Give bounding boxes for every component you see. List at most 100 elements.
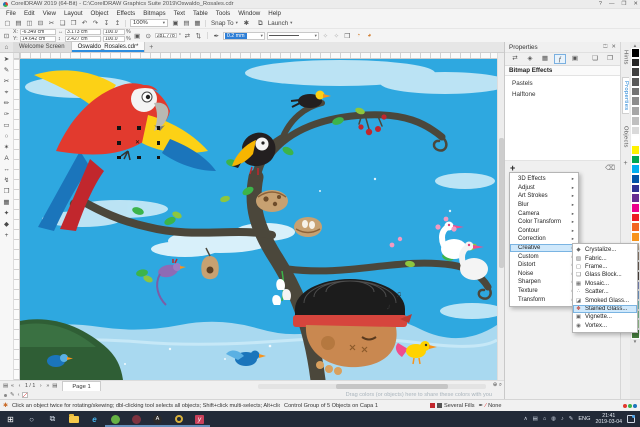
menu-item-creative[interactable]: Creative▸ — [510, 244, 578, 253]
ellipse-tool[interactable]: ○ — [0, 131, 13, 142]
undo-icon[interactable]: ↶ — [79, 19, 90, 28]
effect-halftone[interactable]: Halftone — [505, 89, 620, 100]
color-swatch[interactable] — [631, 213, 640, 223]
save-icon[interactable]: ◫ — [24, 19, 35, 28]
menu-item-vignette[interactable]: ▣Vignette... — [573, 313, 637, 321]
bitmap-properties-icon[interactable]: ▣ — [569, 54, 581, 64]
menu-edit[interactable]: Edit — [20, 9, 39, 18]
menu-item-sharpen[interactable]: Sharpen▸ — [510, 278, 578, 287]
export-icon[interactable]: ↥ — [112, 19, 123, 28]
menu-item-noise[interactable]: Noise▸ — [510, 270, 578, 279]
corel-connect-app[interactable] — [105, 411, 126, 427]
scale-x-field[interactable]: 100.0 — [103, 29, 125, 35]
menu-table[interactable]: Table — [189, 9, 212, 18]
symmetry-icon[interactable]: ◕ — [365, 32, 374, 39]
zoom-tool[interactable]: ⌖ — [0, 87, 13, 98]
effects-shortcut-icon[interactable]: ◔ — [354, 32, 363, 39]
menu-object[interactable]: Object — [87, 9, 113, 18]
color-swatch[interactable] — [631, 135, 640, 145]
menu-item-frame[interactable]: ▢Frame... — [573, 263, 637, 271]
color-swatch[interactable] — [631, 193, 640, 203]
new-tab-button[interactable]: + — [145, 42, 157, 52]
color-swatch[interactable] — [631, 48, 640, 58]
more-tools[interactable]: + — [0, 230, 13, 241]
copy-icon[interactable]: ❏ — [57, 19, 68, 28]
menu-bitmaps[interactable]: Bitmaps — [139, 9, 169, 18]
crop-tool[interactable]: ✂ — [0, 76, 13, 87]
taskbar-clock[interactable]: 21:412019-03-04 — [595, 413, 622, 425]
menu-item-art-strokes[interactable]: Art Strokes▸ — [510, 192, 578, 201]
menu-item-texture[interactable]: Texture▸ — [510, 287, 578, 296]
menu-item-crystalize[interactable]: ◆Crystalize... — [573, 246, 637, 254]
selection-handle[interactable] — [157, 126, 161, 130]
color-swatch[interactable] — [631, 164, 640, 174]
rotation-angle-field[interactable]: 281.778 — [155, 33, 177, 39]
frame-icon[interactable]: ❏ — [589, 54, 601, 64]
first-page-icon[interactable]: « — [9, 381, 16, 391]
vertical-scrollbar[interactable] — [497, 53, 504, 380]
color-swatch[interactable] — [631, 155, 640, 165]
add-page-icon[interactable]: ▤ — [51, 381, 58, 391]
interactive-fill-tool[interactable]: ◆ — [0, 219, 13, 230]
menu-item-camera[interactable]: Camera▸ — [510, 209, 578, 218]
menu-item-scatter[interactable]: ∴Scatter... — [573, 288, 637, 296]
corel-capture-app[interactable] — [168, 411, 189, 427]
effects-properties-icon[interactable]: ƒ — [554, 54, 566, 64]
horizontal-scrollbar-thumb[interactable] — [336, 384, 448, 389]
docker-tab-objects[interactable]: Objects — [623, 126, 629, 148]
show-rulers-icon[interactable]: ▤ — [181, 19, 192, 28]
color-swatch[interactable] — [631, 87, 640, 97]
new-document-icon[interactable]: ▢ — [2, 19, 13, 28]
docker-float-icon[interactable]: ⏍ — [603, 44, 607, 51]
home-icon[interactable]: ⌂ — [0, 42, 13, 52]
menu-item-smoked-glass[interactable]: ◪Smoked Glass... — [573, 296, 637, 304]
freehand-tool[interactable]: ✏ — [0, 98, 13, 109]
tray-icon[interactable]: ▤ — [533, 416, 538, 422]
menu-effects[interactable]: Effects — [112, 9, 139, 18]
edge-browser[interactable]: e — [84, 411, 105, 427]
outline-style-combo[interactable]: ▾ — [267, 32, 319, 40]
color-swatch[interactable] — [631, 222, 640, 232]
color-swatch[interactable] — [631, 67, 640, 77]
document-tab-oswaldo-rosales-cdr[interactable]: Oswaldo_Rosales.cdr* — [72, 42, 146, 52]
color-swatch[interactable] — [631, 106, 640, 116]
delete-effect-icon[interactable]: ⌫ — [605, 164, 615, 172]
color-swatch[interactable] — [631, 203, 640, 213]
options-gear-icon[interactable]: ✱ — [241, 19, 252, 28]
color-swatch[interactable] — [631, 58, 640, 68]
import-icon[interactable]: ↧ — [101, 19, 112, 28]
palette-scroll-down-icon[interactable]: ▼ — [633, 339, 637, 344]
eyedropper-icon[interactable]: ✎ — [10, 391, 15, 399]
launch-dropdown[interactable]: ⧉ Launch▾ — [252, 19, 296, 28]
selection-handle[interactable] — [117, 156, 121, 160]
corel-font-manager-app[interactable]: A — [147, 411, 168, 427]
dimension-tool[interactable]: ↔ — [0, 164, 13, 175]
polygon-tool[interactable]: ✶ — [0, 142, 13, 153]
mirror-horizontal-icon[interactable]: ⇄ — [183, 32, 192, 40]
corel-photopaint-app[interactable] — [126, 411, 147, 427]
menu-help[interactable]: Help — [264, 9, 285, 18]
restore-button[interactable]: ❐ — [621, 0, 626, 9]
menu-item-correction[interactable]: Correction▸ — [510, 235, 578, 244]
page-options-icon[interactable]: ▤ — [2, 381, 9, 391]
color-swatch[interactable] — [631, 184, 640, 194]
effect-pastels[interactable]: Pastels — [505, 78, 620, 89]
menu-file[interactable]: File — [2, 9, 20, 18]
print-icon[interactable]: ⊟ — [35, 19, 46, 28]
zoom-level-combo[interactable]: 100% ▾ — [130, 19, 168, 27]
snap-to-dropdown[interactable]: Snap To▾ — [208, 20, 241, 27]
drop-shadow-tool[interactable]: ❐ — [0, 186, 13, 197]
file-explorer[interactable] — [63, 411, 84, 427]
docker-close-icon[interactable]: ✕ — [611, 44, 616, 51]
selection-handle[interactable] — [117, 141, 121, 145]
shape-tool[interactable]: ✎ — [0, 65, 13, 76]
close-button[interactable]: ✕ — [633, 0, 638, 9]
menu-window[interactable]: Window — [234, 9, 264, 18]
tray-icon[interactable]: ✎ — [569, 416, 574, 422]
lock-ratio-icon[interactable]: ▣ — [133, 32, 142, 40]
help-button[interactable]: ? — [599, 0, 602, 9]
drawing-canvas[interactable]: ♪ ♫ — [20, 59, 497, 380]
tray-icon[interactable]: ♪ — [561, 416, 564, 422]
color-swatch[interactable] — [631, 145, 640, 155]
color-swatch[interactable] — [631, 174, 640, 184]
